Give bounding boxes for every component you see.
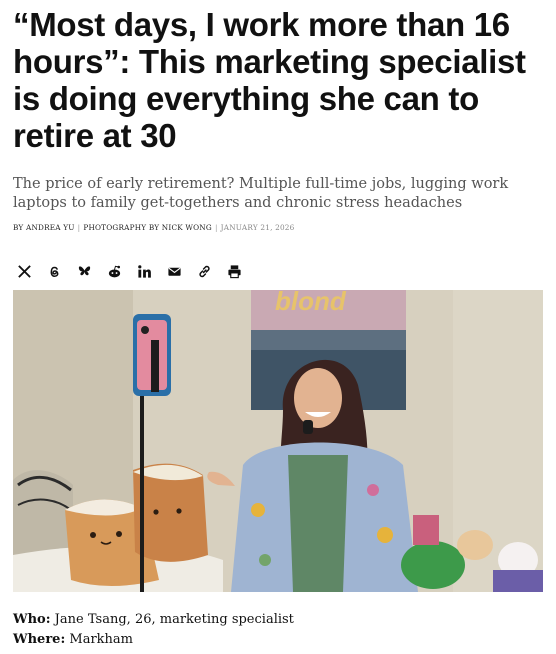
linkedin-icon[interactable] bbox=[133, 260, 155, 282]
byline-separator: | bbox=[77, 223, 81, 232]
byline-date: JANUARY 21, 2026 bbox=[220, 223, 295, 232]
fact-value: Markham bbox=[69, 631, 133, 647]
share-bar bbox=[13, 260, 253, 282]
reddit-icon[interactable] bbox=[103, 260, 125, 282]
link-icon[interactable] bbox=[193, 260, 215, 282]
bluesky-icon[interactable] bbox=[73, 260, 95, 282]
email-icon[interactable] bbox=[163, 260, 185, 282]
fact-who: Who: Jane Tsang, 26, marketing specialis… bbox=[13, 610, 548, 630]
hero-photo: blond bbox=[13, 290, 543, 592]
byline-separator: | bbox=[214, 223, 218, 232]
x-icon[interactable] bbox=[13, 260, 35, 282]
fact-where: Where: Markham bbox=[13, 630, 548, 650]
fact-label: Where: bbox=[13, 631, 66, 647]
fact-value: Jane Tsang, 26, marketing specialist bbox=[54, 612, 294, 627]
threads-icon[interactable] bbox=[43, 260, 65, 282]
article-headline: “Most days, I work more than 16 hours”: … bbox=[13, 6, 526, 154]
article-dek: The price of early retirement? Multiple … bbox=[13, 176, 509, 211]
fact-label: Who: bbox=[13, 612, 51, 627]
print-icon[interactable] bbox=[223, 260, 245, 282]
poster-text: blond bbox=[275, 290, 347, 316]
byline-photography: PHOTOGRAPHY BY NICK WONG bbox=[83, 223, 212, 232]
quick-facts: Who: Jane Tsang, 26, marketing specialis… bbox=[13, 610, 548, 649]
byline: BY ANDREA YU | PHOTOGRAPHY BY NICK WONG | JA… bbox=[13, 223, 548, 232]
byline-author[interactable]: BY ANDREA YU bbox=[13, 223, 75, 232]
